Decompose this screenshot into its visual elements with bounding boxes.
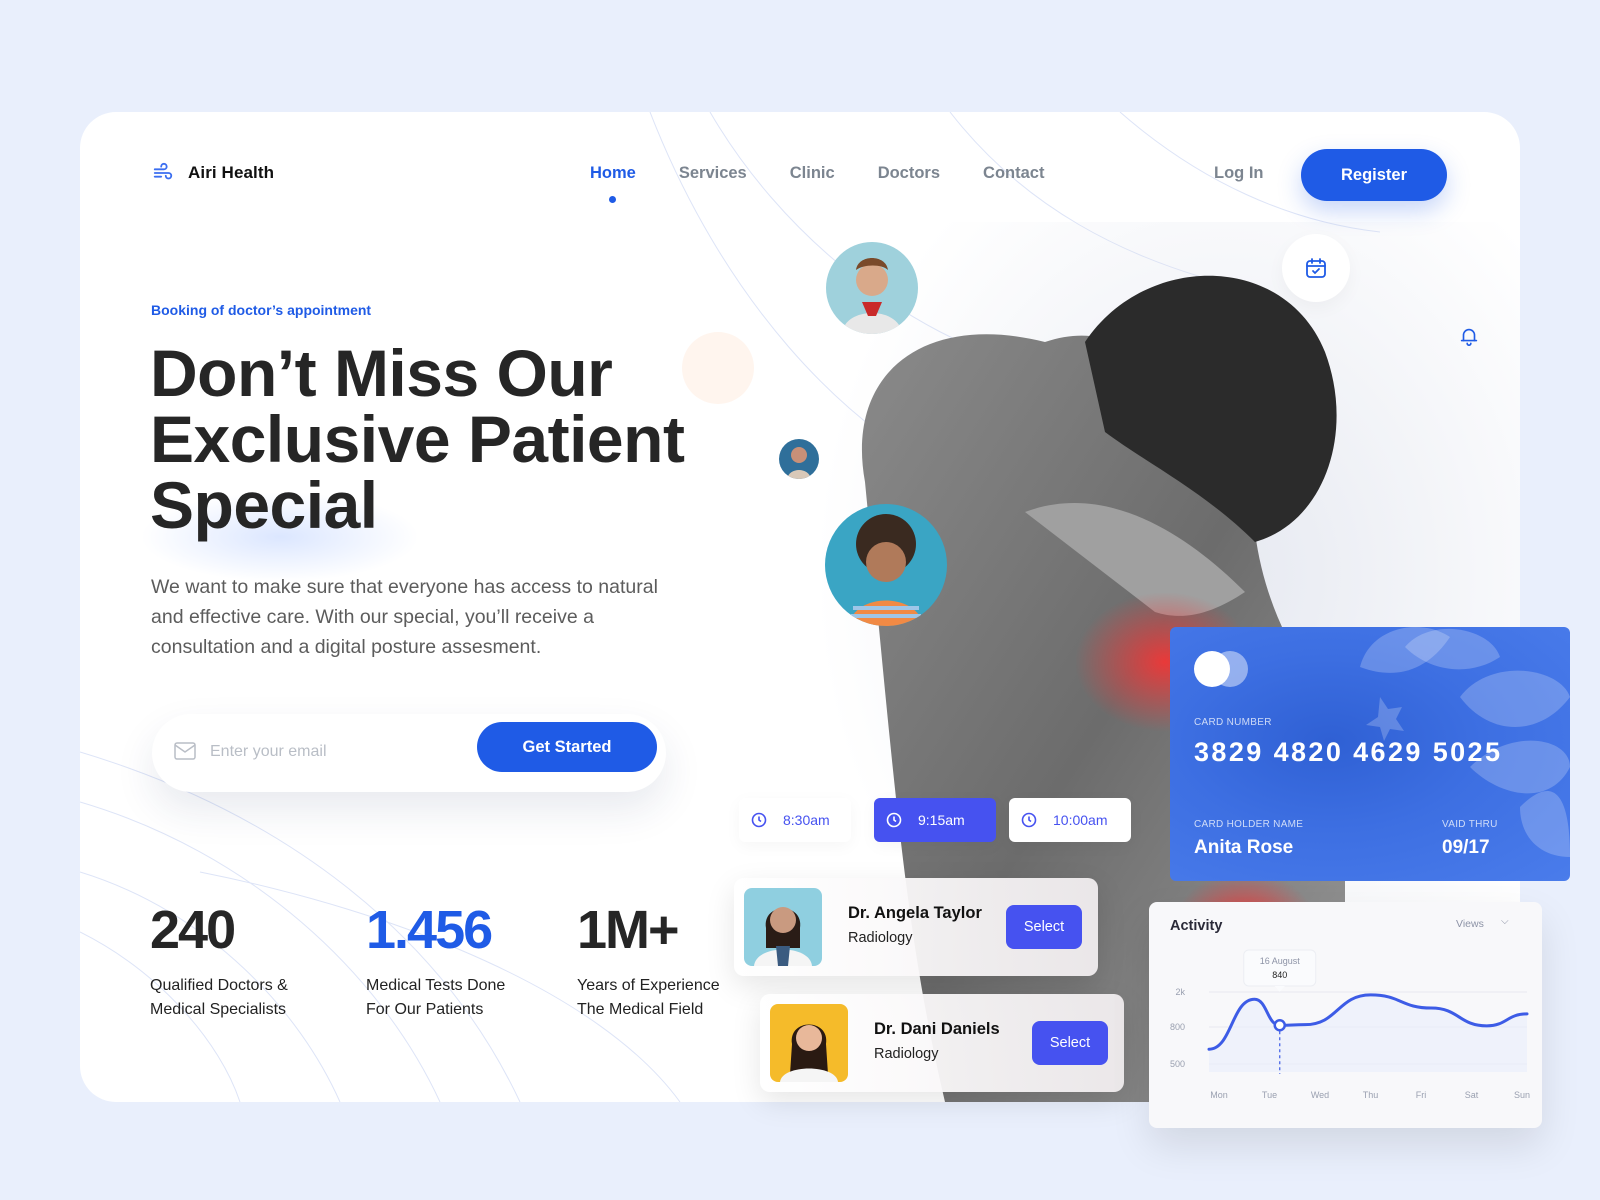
- calendar-check-icon: [1306, 258, 1326, 278]
- brand-logo[interactable]: Airi Health: [152, 162, 274, 184]
- tooltip-pointer: [1274, 986, 1285, 992]
- tooltip-value: 840: [1272, 970, 1287, 980]
- nav-services[interactable]: Services: [679, 164, 747, 183]
- stat-value: 1.456: [366, 900, 493, 960]
- stat-doctors: 240 Qualified Doctors & Medical Speciali…: [150, 902, 288, 1022]
- stat-value: 240: [150, 900, 236, 960]
- doctor-name: Dr. Dani Daniels: [874, 1020, 1000, 1038]
- card-holder-label: CARD HOLDER NAME: [1194, 819, 1304, 830]
- doctor-photo: [744, 888, 822, 966]
- stat-label-line: Qualified Doctors &: [150, 977, 288, 994]
- patient-avatar[interactable]: [779, 439, 819, 479]
- nav-doctors[interactable]: Doctors: [878, 164, 940, 183]
- credit-card[interactable]: CARD NUMBER 3829 4820 4629 5025 CARD HOL…: [1170, 627, 1570, 881]
- stat-label: Qualified Doctors & Medical Specialists: [150, 974, 288, 1022]
- y-tick-label: 2k: [1175, 987, 1185, 997]
- stat-tests: 1.456 Medical Tests Done For Our Patient…: [366, 902, 505, 1022]
- patient-avatar-image: [842, 258, 902, 334]
- data-point-marker: [1273, 1019, 1286, 1032]
- stat-label: Medical Tests Done For Our Patients: [366, 974, 505, 1022]
- clock-icon: [886, 812, 902, 828]
- get-started-button[interactable]: Get Started: [477, 722, 657, 772]
- active-indicator-dot: [609, 196, 617, 203]
- hero-eyebrow: Booking of doctor’s appointment: [151, 302, 372, 318]
- doctor-card: Dr. Dani Daniels Radiology Select: [760, 994, 1124, 1092]
- doctor-photo-image: [754, 907, 812, 966]
- tooltip-date: 16 August: [1260, 956, 1301, 966]
- patient-avatar-image: [849, 514, 923, 626]
- clock-icon: [1021, 812, 1037, 828]
- calendar-button[interactable]: [1282, 234, 1350, 302]
- stat-label-line: For Our Patients: [366, 1001, 484, 1018]
- patient-avatar-image: [787, 447, 811, 479]
- doctor-photo-image: [780, 1024, 838, 1082]
- stat-label-line: The Medical Field: [577, 1001, 704, 1018]
- stat-label-line: Medical Tests Done: [366, 977, 506, 994]
- stat-label-line: Medical Specialists: [150, 1001, 287, 1018]
- series-area: [1209, 994, 1527, 1072]
- time-slot-label: 10:00am: [1053, 812, 1108, 828]
- y-tick-label: 500: [1170, 1059, 1185, 1069]
- nav-clinic-label: Clinic: [789, 164, 835, 182]
- select-doctor-button[interactable]: Select: [1032, 1021, 1108, 1065]
- mail-icon: [174, 742, 196, 760]
- nav-contact-label: Contact: [983, 164, 1045, 182]
- nav-home-label: Home: [590, 164, 636, 182]
- select-doctor-button[interactable]: Select: [1006, 905, 1082, 949]
- time-slot-label: 9:15am: [918, 812, 965, 828]
- doctor-card: Dr. Angela Taylor Radiology Select: [734, 878, 1098, 976]
- x-tick-label: Fri: [1416, 1090, 1427, 1100]
- stat-value: 1M+: [577, 900, 680, 960]
- decorative-peach-circle: [682, 332, 754, 404]
- register-button[interactable]: Register: [1301, 149, 1447, 201]
- doctor-specialty: Radiology: [874, 1046, 939, 1062]
- time-slot[interactable]: 10:00am: [1009, 798, 1131, 842]
- nav-doctors-label: Doctors: [877, 164, 941, 182]
- nav-clinic[interactable]: Clinic: [790, 164, 835, 183]
- main-nav: Home Services Clinic Doctors Contact: [590, 164, 1087, 203]
- email-signup-form: Get Started: [152, 714, 666, 792]
- email-input[interactable]: [210, 734, 460, 770]
- activity-line-chart: 2k 800 500 Mon Tue Wed Thu Fri Sat Sun 16 August 84…: [1170, 949, 1530, 1100]
- card-brand-circle: [1194, 651, 1230, 687]
- time-slot-selected[interactable]: 9:15am: [874, 798, 996, 842]
- doctor-specialty: Radiology: [848, 930, 913, 946]
- y-tick-label: 800: [1170, 1022, 1185, 1032]
- x-tick-label: Mon: [1210, 1090, 1228, 1100]
- x-tick-label: Sat: [1465, 1090, 1479, 1100]
- x-tick-label: Tue: [1262, 1090, 1277, 1100]
- card-number: 3829 4820 4629 5025: [1194, 737, 1503, 767]
- brand-name: Airi Health: [188, 163, 275, 182]
- doctor-name: Dr. Angela Taylor: [848, 904, 982, 922]
- hero-description: We want to make sure that everyone has a…: [151, 576, 658, 658]
- nav-home[interactable]: Home: [590, 164, 636, 203]
- card-valid-date: 09/17: [1442, 837, 1490, 858]
- time-slot-label: 8:30am: [783, 812, 830, 828]
- x-tick-label: Thu: [1363, 1090, 1379, 1100]
- doctor-photo: [770, 1004, 848, 1082]
- nav-contact[interactable]: Contact: [983, 164, 1044, 183]
- patient-avatar[interactable]: [826, 242, 918, 334]
- activity-chart-card: Activity Views ⌵ 2k 800 500 Mon Tue Wed Thu Fri…: [1149, 902, 1542, 1128]
- card-holder-name: Anita Rose: [1194, 837, 1294, 858]
- nav-services-label: Services: [678, 164, 747, 182]
- patient-avatar[interactable]: [825, 504, 947, 626]
- login-link[interactable]: Log In: [1214, 164, 1263, 183]
- stat-experience: 1M+ Years of Experience The Medical Fiel…: [577, 902, 720, 1022]
- time-slot[interactable]: 8:30am: [739, 798, 851, 842]
- x-tick-label: Sun: [1514, 1090, 1530, 1100]
- wind-icon: [153, 162, 173, 180]
- hero-headline: Don’t Miss Our Exclusive Patient Special: [150, 336, 685, 542]
- card-number-label: CARD NUMBER: [1194, 717, 1272, 728]
- card-valid-label: VAID THRU: [1442, 819, 1498, 830]
- stat-label-line: Years of Experience: [577, 977, 720, 994]
- stat-label: Years of Experience The Medical Field: [577, 974, 720, 1022]
- x-tick-label: Wed: [1311, 1090, 1329, 1100]
- clock-icon: [751, 812, 767, 828]
- bell-icon[interactable]: [1458, 325, 1480, 347]
